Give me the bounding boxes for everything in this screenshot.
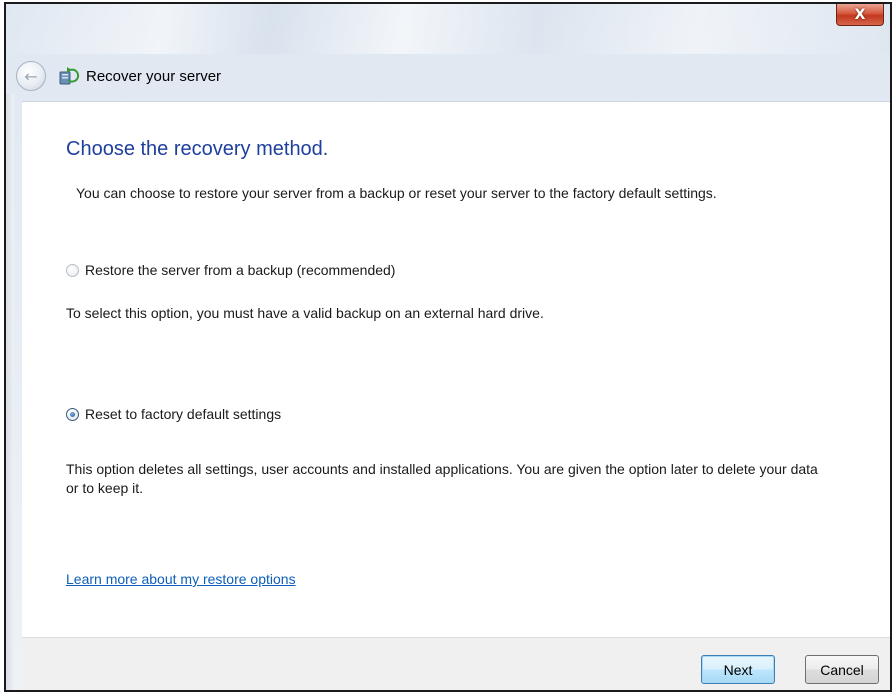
close-icon: X	[854, 6, 866, 23]
close-button[interactable]: X	[836, 4, 884, 26]
window-title: Recover your server	[86, 67, 222, 85]
back-button[interactable]: ←	[16, 61, 46, 91]
reset-to-factory-label: Reset to factory default settings	[85, 406, 282, 422]
reset-to-factory-radio[interactable]	[66, 407, 79, 421]
cancel-button[interactable]: Cancel	[805, 655, 879, 684]
wizard-content: Choose the recovery method. You can choo…	[22, 101, 890, 637]
next-button[interactable]: Next	[701, 655, 775, 684]
recovery-wizard-window: X ← Recover your server Choose the recov…	[4, 2, 892, 692]
page-title: Choose the recovery method.	[66, 138, 329, 160]
restore-from-backup-description: To select this option, you must have a v…	[66, 305, 544, 321]
navigation-bar: ← Recover your server	[16, 58, 890, 94]
window-frame-edge	[6, 94, 14, 690]
wizard-footer: Next Cancel	[22, 637, 890, 690]
restore-options-help-link[interactable]: Learn more about my restore options	[66, 571, 296, 587]
reset-to-factory-option[interactable]: Reset to factory default settings	[66, 406, 281, 422]
restore-from-backup-label: Restore the server from a backup (recomm…	[85, 262, 396, 278]
back-arrow-icon: ←	[24, 66, 38, 86]
reset-to-factory-description: This option deletes all settings, user a…	[66, 461, 818, 496]
restore-from-backup-radio[interactable]	[66, 263, 79, 277]
intro-text: You can choose to restore your server fr…	[76, 185, 717, 201]
server-recovery-icon	[58, 66, 80, 86]
restore-from-backup-option[interactable]: Restore the server from a backup (recomm…	[66, 262, 395, 278]
